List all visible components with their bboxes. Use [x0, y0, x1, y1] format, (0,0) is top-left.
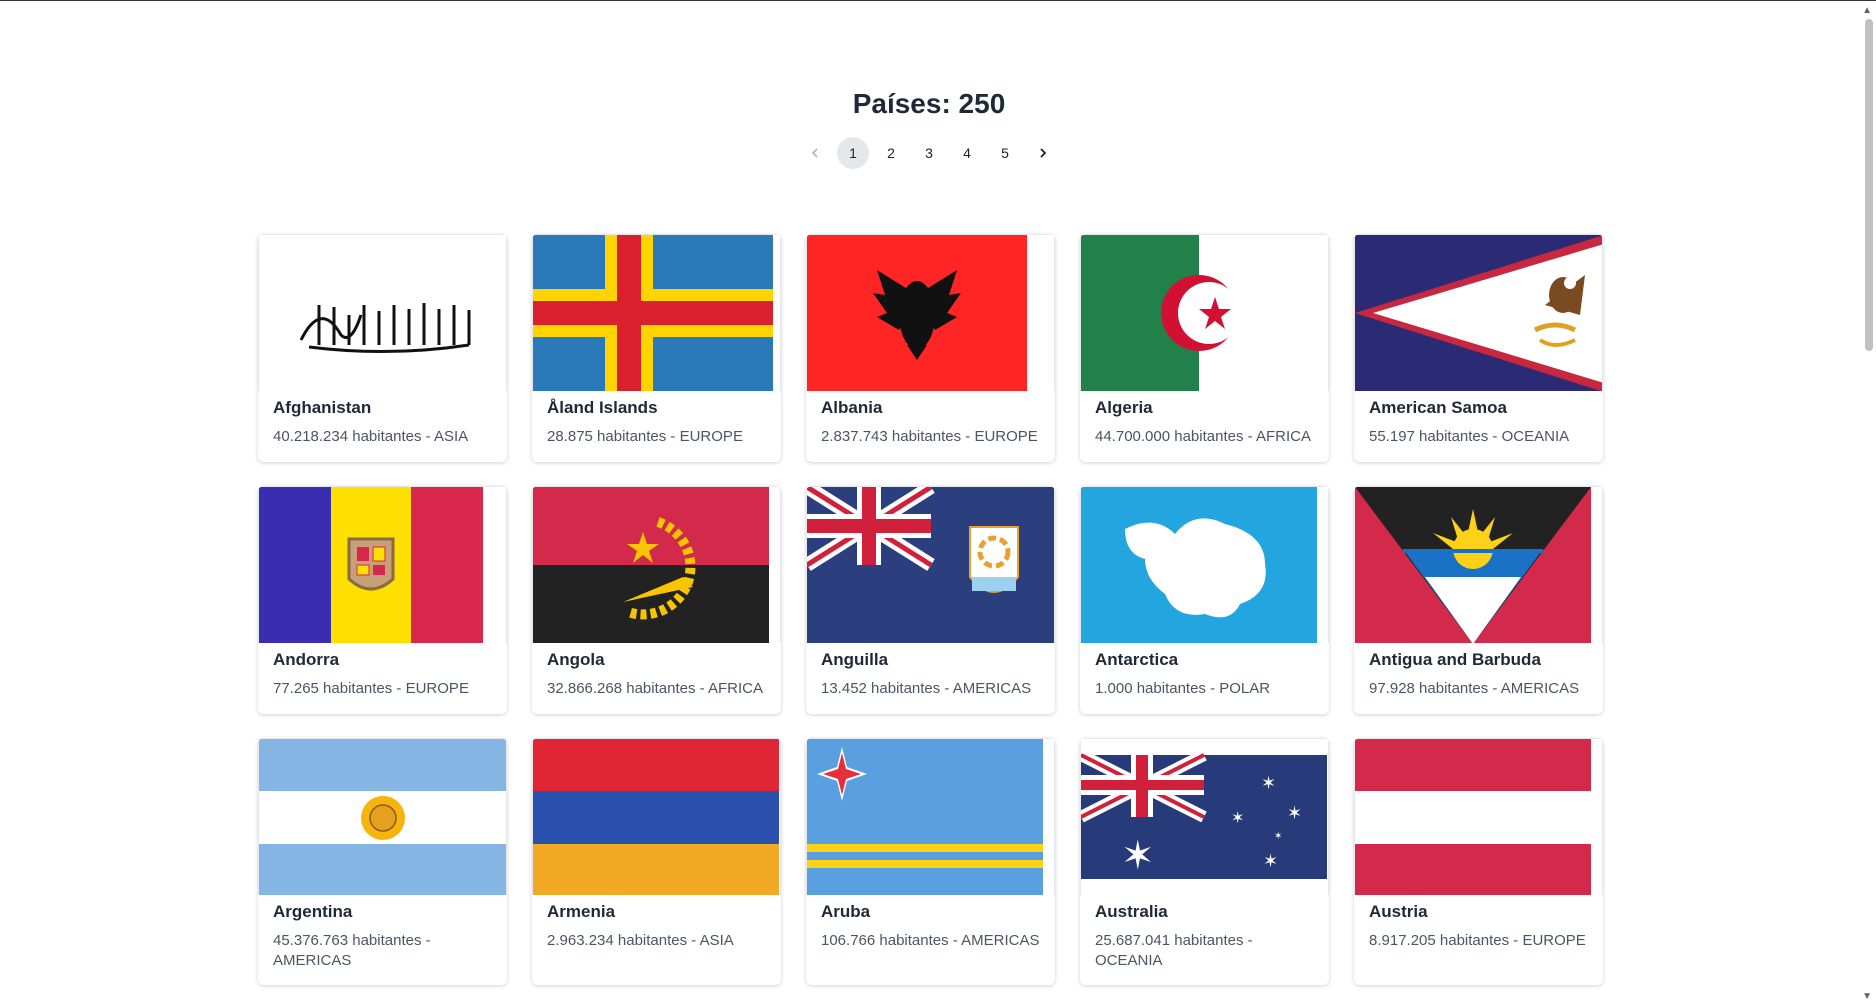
- country-name: Algeria: [1095, 398, 1153, 417]
- page-button-5[interactable]: 5: [989, 137, 1021, 169]
- country-info: 2.837.743 habitantes - EUROPE: [821, 428, 1038, 445]
- antigua-flag-icon: [1354, 486, 1603, 643]
- scrollbar-thumb[interactable]: [1865, 19, 1873, 351]
- country-info: 77.265 habitantes - EUROPE: [273, 680, 469, 697]
- svg-text:✶: ✶: [1274, 831, 1282, 842]
- window-top-border: [0, 0, 1876, 1]
- angola-flag-icon: [532, 486, 781, 643]
- country-card[interactable]: Aruba 106.766 habitantes - AMERICAS: [806, 738, 1055, 985]
- country-card[interactable]: Andorra 77.265 habitantes - EUROPE: [258, 486, 507, 714]
- country-info: 40.218.234 habitantes - ASIA: [273, 428, 469, 445]
- country-name: Antigua and Barbuda: [1369, 650, 1541, 669]
- country-name: Albania: [821, 398, 883, 417]
- page-button-2[interactable]: 2: [875, 137, 907, 169]
- chevron-right-icon: [1040, 148, 1047, 158]
- country-card[interactable]: Anguilla 13.452 habitantes - AMERICAS: [806, 486, 1055, 714]
- country-name: Afghanistan: [273, 398, 372, 417]
- country-info: 28.875 habitantes - EUROPE: [547, 428, 743, 445]
- country-name: Andorra: [273, 650, 340, 669]
- country-name: Åland Islands: [547, 398, 658, 417]
- country-card[interactable]: Argentina 45.376.763 habitantes - AMERIC…: [258, 738, 507, 985]
- country-info: 97.928 habitantes - AMERICAS: [1369, 680, 1580, 697]
- country-card[interactable]: Angola 32.866.268 habitantes - AFRICA: [532, 486, 781, 714]
- country-card[interactable]: ✶ ✶ ✶ ✶ ✶ ✶ Australia 25.687.041 habitan…: [1080, 738, 1329, 985]
- country-info: 13.452 habitantes - AMERICAS: [821, 680, 1032, 697]
- scroll-up-arrow-icon[interactable]: ▲: [1862, 5, 1872, 16]
- country-name: Aruba: [821, 902, 871, 921]
- country-name: American Samoa: [1369, 398, 1507, 417]
- andorra-flag-icon: [258, 486, 507, 643]
- country-info: 8.917.205 habitantes - EUROPE: [1369, 932, 1586, 949]
- country-info: 32.866.268 habitantes - AFRICA: [547, 680, 763, 697]
- country-name: Australia: [1095, 902, 1168, 921]
- algeria-flag-icon: [1080, 234, 1329, 391]
- svg-text:✶: ✶: [1231, 808, 1244, 827]
- american-samoa-flag-icon: [1354, 234, 1603, 391]
- anguilla-flag-icon: [806, 486, 1055, 643]
- next-page-button[interactable]: [1027, 137, 1059, 169]
- pagination: 1 2 3 4 5: [0, 137, 1858, 169]
- country-info: 106.766 habitantes - AMERICAS: [821, 932, 1040, 949]
- country-name: Anguilla: [821, 650, 889, 669]
- albania-flag-icon: [806, 234, 1055, 391]
- svg-text:✶: ✶: [1263, 851, 1278, 872]
- afghanistan-flag-icon: [258, 234, 507, 391]
- country-card[interactable]: Afghanistan 40.218.234 habitantes - ASIA: [258, 234, 507, 462]
- aruba-flag-icon: [806, 738, 1055, 895]
- country-card[interactable]: Antarctica 1.000 habitantes - POLAR: [1080, 486, 1329, 714]
- scroll-down-arrow-icon[interactable]: ▼: [1862, 991, 1872, 1002]
- antarctica-flag-icon: [1080, 486, 1329, 643]
- country-card[interactable]: Algeria 44.700.000 habitantes - AFRICA: [1080, 234, 1329, 462]
- page-button-4[interactable]: 4: [951, 137, 983, 169]
- country-name: Argentina: [273, 902, 353, 921]
- country-name: Armenia: [547, 902, 616, 921]
- country-card[interactable]: American Samoa 55.197 habitantes - OCEAN…: [1354, 234, 1603, 462]
- country-name: Austria: [1369, 902, 1428, 921]
- armenia-flag-icon: [532, 738, 781, 895]
- svg-text:✶: ✶: [1261, 773, 1276, 794]
- country-card[interactable]: Albania 2.837.743 habitantes - EUROPE: [806, 234, 1055, 462]
- page-button-3[interactable]: 3: [913, 137, 945, 169]
- page-scrollbar[interactable]: ▲ ▼: [1860, 1, 1876, 1004]
- country-grid: Afghanistan 40.218.234 habitantes - ASIA…: [258, 234, 1603, 985]
- argentina-flag-icon: [258, 738, 507, 895]
- country-info: 1.000 habitantes - POLAR: [1095, 680, 1271, 697]
- page-title: Países: 250: [852, 88, 1006, 119]
- country-info: 2.963.234 habitantes - ASIA: [547, 932, 734, 949]
- country-name: Antarctica: [1095, 650, 1179, 669]
- chevron-left-icon: [811, 148, 818, 158]
- page-button-1[interactable]: 1: [837, 137, 869, 169]
- country-card[interactable]: Åland Islands 28.875 habitantes - EUROPE: [532, 234, 781, 462]
- country-card[interactable]: Armenia 2.963.234 habitantes - ASIA: [532, 738, 781, 985]
- aland-flag-icon: [532, 234, 781, 391]
- country-name: Angola: [547, 650, 605, 669]
- australia-flag-icon: ✶ ✶ ✶ ✶ ✶ ✶: [1080, 738, 1329, 895]
- svg-text:✶: ✶: [1287, 803, 1302, 824]
- prev-page-button[interactable]: [799, 137, 831, 169]
- country-card[interactable]: Austria 8.917.205 habitantes - EUROPE: [1354, 738, 1603, 985]
- country-info: 55.197 habitantes - OCEANIA: [1369, 428, 1570, 445]
- country-info: 25.687.041 habitantes - OCEANIA: [1095, 932, 1253, 969]
- svg-text:✶: ✶: [1121, 833, 1155, 879]
- country-card[interactable]: Antigua and Barbuda 97.928 habitantes - …: [1354, 486, 1603, 714]
- country-info: 44.700.000 habitantes - AFRICA: [1095, 428, 1311, 445]
- country-info: 45.376.763 habitantes - AMERICAS: [273, 932, 431, 969]
- austria-flag-icon: [1354, 738, 1603, 895]
